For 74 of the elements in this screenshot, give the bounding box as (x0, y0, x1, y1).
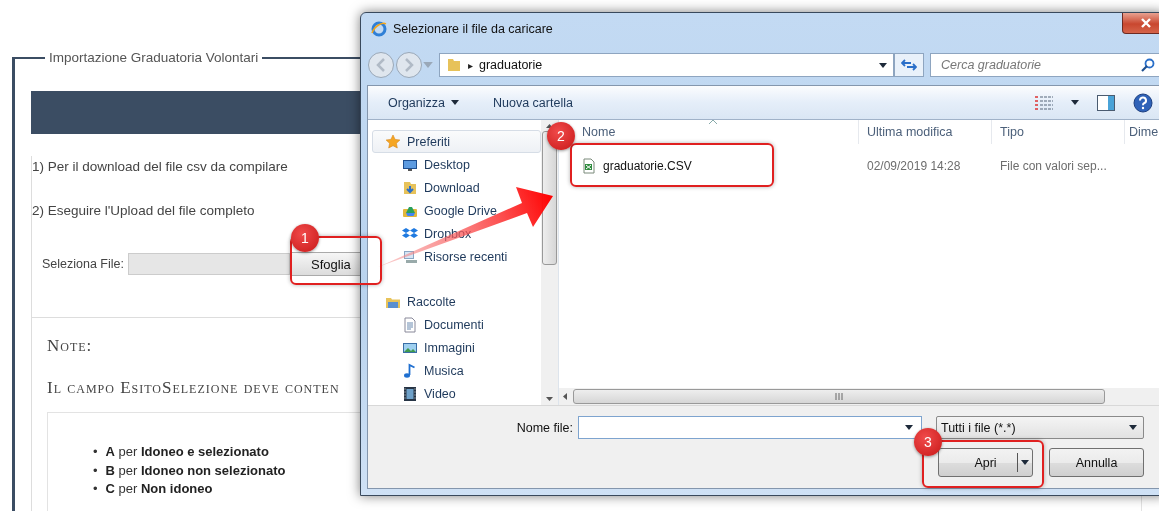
history-caret-icon[interactable] (423, 62, 433, 68)
nav-group[interactable]: Preferiti (372, 130, 541, 153)
view-caret-icon (1071, 100, 1079, 105)
back-button[interactable] (367, 51, 395, 79)
download-folder-icon (402, 179, 418, 196)
spreadsheet-icon (581, 158, 597, 174)
preview-pane-icon[interactable] (1097, 94, 1115, 111)
file-type: File con valori sep... (1000, 159, 1107, 173)
filename-field[interactable] (578, 416, 922, 439)
folder-icon (446, 57, 462, 73)
dropdown-caret-icon (879, 62, 887, 68)
file-label: Seleziona File: (42, 257, 124, 271)
horizontal-scrollbar[interactable] (559, 388, 1159, 405)
fieldset-legend: Importazione Graduatoria Volontari (45, 50, 263, 65)
sort-caret-icon (709, 120, 717, 124)
split-caret-icon (1021, 460, 1029, 465)
file-name: graduatorie.CSV (603, 159, 692, 173)
path-arrow: ▸ (468, 59, 473, 71)
search-icon (1141, 58, 1155, 72)
toolbar-button[interactable]: Organizza (388, 95, 459, 110)
nav-item[interactable]: Download (372, 176, 484, 199)
close-button[interactable] (1122, 13, 1159, 34)
bullet: • (93, 461, 98, 480)
nav-item[interactable]: Desktop (372, 153, 474, 176)
dialog-title: Selezionare il file da caricare (393, 22, 553, 36)
document-icon (402, 316, 418, 333)
music-note-icon (402, 362, 418, 379)
filename-label: Nome file: (515, 420, 574, 435)
address-bar[interactable]: ▸ graduatorie (439, 53, 894, 77)
open-button[interactable]: Apri (938, 448, 1033, 477)
column-header[interactable]: Tipo (1000, 125, 1024, 139)
search-field[interactable]: Cerca graduatorie (930, 53, 1159, 77)
scroll-left-icon (563, 393, 567, 400)
file-path-field[interactable] (128, 253, 290, 275)
film-icon (402, 385, 418, 402)
column-header[interactable]: Nome (582, 125, 616, 139)
nav-item[interactable]: Musica (372, 359, 468, 382)
close-icon (1140, 18, 1151, 28)
nav-item[interactable]: Video (372, 382, 460, 405)
code-description: A per Idoneo e selezionato (105, 443, 269, 461)
nav-group[interactable]: Raccolte (372, 290, 541, 313)
nav-item[interactable]: Immagini (372, 336, 479, 359)
file-modified: 02/09/2019 14:28 (867, 159, 961, 173)
globe-logo-icon (371, 21, 387, 37)
column-header[interactable]: Ultima modifica (867, 125, 953, 139)
instruction-text: 1) Per il download del file csv da compilare (32, 158, 288, 176)
help-icon[interactable] (1133, 92, 1153, 113)
filename-caret-icon (905, 425, 913, 430)
note-text: Il campo EsitoSelezione deve conten (47, 378, 340, 398)
cancel-button[interactable]: Annulla (1049, 448, 1144, 477)
refresh-arrows-icon (901, 58, 917, 72)
code-description: C per Non idoneo (105, 480, 213, 498)
column-header[interactable]: Dime (1129, 125, 1159, 139)
instruction-text: 2) Eseguire l'Upload del file completo (32, 202, 255, 220)
step-number: 1 (291, 224, 319, 252)
scroll-down-icon (546, 397, 553, 401)
bullet: • (93, 443, 98, 461)
code-description: B per Idoneo non selezionato (105, 461, 286, 480)
grip-icon (835, 393, 843, 400)
nav-item[interactable]: Google Drive (372, 199, 501, 222)
file-row[interactable]: graduatorie.CSV 02/09/2019 14:28 File con valori sep... (559, 156, 1159, 176)
path-text: graduatorie (479, 58, 544, 72)
nav-item[interactable]: Documenti (372, 313, 488, 336)
file-type-select[interactable]: Tutti i file (*.*) (936, 416, 1144, 439)
toolbar-button[interactable]: Nuova cartella (493, 95, 573, 110)
refresh-button[interactable] (894, 53, 924, 77)
note-title: Note: (47, 336, 93, 356)
view-list-icon[interactable] (1035, 95, 1053, 110)
vertical-scrollbar[interactable] (541, 120, 558, 405)
bullet: • (93, 480, 98, 498)
star-icon (385, 133, 401, 150)
forward-button[interactable] (395, 51, 423, 79)
caret-icon (451, 100, 459, 105)
select-caret-icon (1129, 425, 1137, 430)
